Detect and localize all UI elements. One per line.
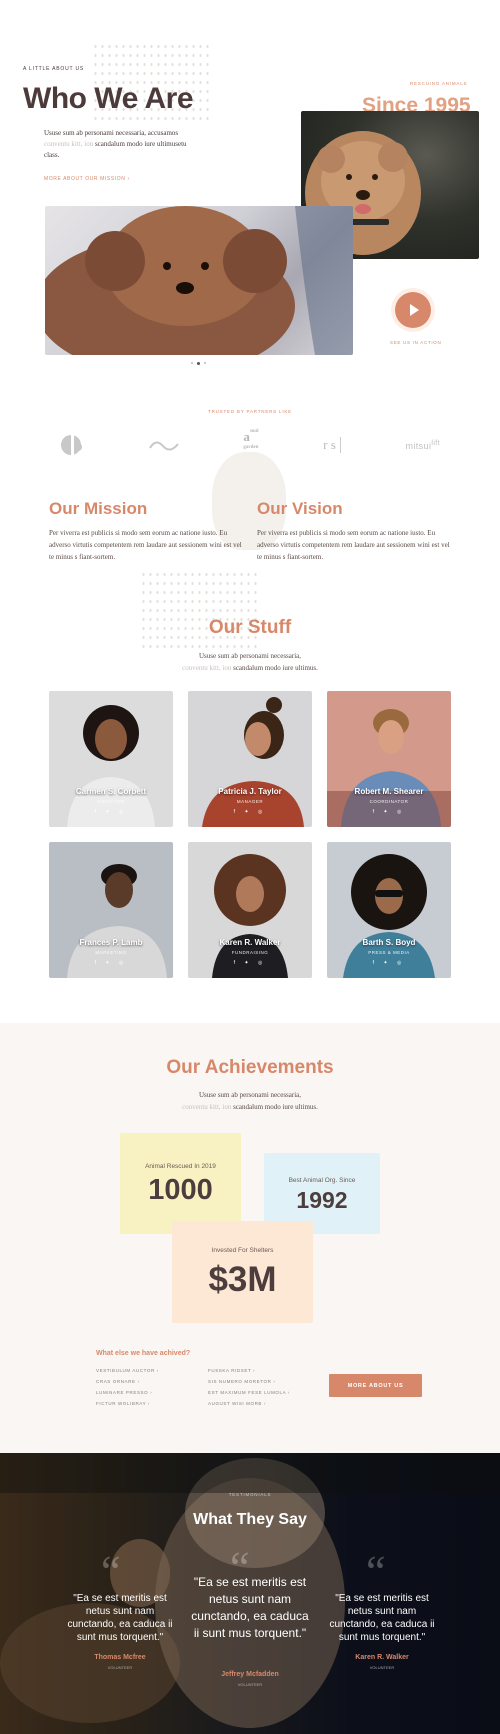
achievement-link[interactable]: CRAS ORNARE › [96,1379,159,1384]
partner-logo-mitsui: mitsuilift [405,439,440,451]
achievement-link[interactable]: EST MAXIMUM FESE LUMOLA › [208,1390,290,1395]
more-about-us-button[interactable]: MORE ABOUT US [329,1374,422,1397]
vision-text: Per viverra est publicis si modo sem eor… [257,529,450,561]
staff-role: COORDINATOR [369,799,409,804]
hero-text: Ususe sum ab personami necessaria, accus… [44,129,187,159]
staff-card[interactable]: Carmen S. Corbett DIRECTOR f ✦ ◎ [49,691,173,827]
achievements-title: Our Achievements [166,1057,334,1078]
vision-title: Our Vision [257,499,343,518]
staff-role: MARKETING [95,950,127,955]
social-icons[interactable]: f ✦ ◎ [49,809,173,815]
rescuing-label: RESCUING ANIMALS [410,81,468,86]
achievement-link[interactable]: VESTIBULUM AUCTOR › [96,1368,159,1373]
staff-card[interactable]: Frances P. Lamb MARKETING f ✦ ◎ [49,842,173,978]
staff-name: Barth S. Boyd [362,938,416,947]
dog-photo-main [45,206,353,355]
mission-title: Our Mission [49,499,148,518]
staff-card[interactable]: Barth S. Boyd PRESS & MEDIA f ✦ ◎ [327,842,451,978]
stat-label: Best Animal Org. Since [288,1177,356,1184]
social-icons[interactable]: f ✦ ◎ [327,960,451,966]
partner-logo-c [61,434,82,456]
testimonial-name: Karen R. Walker [355,1654,409,1661]
stat-label: Invested For Shelters [211,1247,274,1254]
stat-card-rescued: Animal Rescued In 2019 1000 [120,1133,241,1234]
staff-card[interactable]: Robert M. Shearer COORDINATOR f ✦ ◎ [327,691,451,827]
slider-dot[interactable] [191,362,193,364]
slider-dot-active[interactable] [197,361,200,365]
stat-value: 1000 [148,1174,213,1206]
social-icons[interactable]: f ✦ ◎ [327,809,451,815]
staff-card[interactable]: Karen R. Walker FUNDRAISING f ✦ ◎ [188,842,312,978]
staff-role: MANAGER [236,799,264,804]
partners-label: TRUSTED BY PARTNERS LIKE [208,409,292,414]
testimonial-role: VOLUNTEER [369,1665,395,1670]
achievement-link[interactable]: LUMINARE PRESSO › [96,1390,159,1395]
slider-dot[interactable] [204,362,206,364]
staff-name: Karen R. Walker [219,938,281,947]
testimonial-name: Jeffrey Mcfadden [221,1671,279,1678]
mission-text: Per viverra est publicis si modo sem eor… [49,529,242,561]
links-col1: VESTIBULUM AUCTOR › CRAS ORNARE › LUMINA… [96,1368,159,1406]
staff-role: DIRECTOR [97,799,125,804]
staff-title: Our Stuff [208,617,292,638]
testimonial-quote: "Ea se est meritis est netus sunt nam cu… [67,1593,173,1643]
social-icons[interactable]: f ✦ ◎ [49,960,173,966]
testimonials-kicker: TESTIMONIALS [228,1492,272,1497]
testimonial-name: Thomas Mcfree [94,1654,146,1661]
staff-name: Carmen S. Corbett [75,787,147,796]
see-us-in-action-label: SEE US IN ACTION [390,340,442,345]
more-about-mission-link[interactable]: MORE ABOUT OUR MISSION › [44,176,130,182]
partner-logo-rs: r s [323,437,341,453]
staff-role: PRESS & MEDIA [368,950,410,955]
stat-value: 1992 [296,1187,348,1213]
testimonial-role: VOLUNTEER [107,1665,133,1670]
social-icons[interactable]: f ✦ ◎ [188,960,312,966]
achievement-link[interactable]: FUSSKA RIDSET › [208,1368,290,1373]
staff-name: Patricia J. Taylor [218,787,282,796]
testimonials-title: What They Say [193,1511,307,1528]
hero-kicker: A LITTLE ABOUT US [23,66,85,72]
partner-logo-wave [148,441,179,451]
staff-subtitle: Ususe sum ab personami necessaria, conve… [182,652,318,672]
quote-mark-icon: “ [366,1547,386,1596]
stat-label: Animal Rescued In 2019 [145,1163,216,1170]
stat-value: $3M [208,1260,277,1299]
testimonial-quote: "Ea se est meritis est netus sunt nam cu… [191,1575,309,1640]
stat-card-invested: Invested For Shelters $3M [172,1221,313,1323]
staff-role: FUNDRAISING [231,950,269,955]
slider-dots [191,361,206,365]
staff-name: Frances P. Lamb [79,938,143,947]
testimonial-quote: "Ea se est meritis est netus sunt nam cu… [329,1593,435,1643]
achievement-link[interactable]: SIS NUMERO MORETOR › [208,1379,290,1384]
achievements-subtitle: Ususe sum ab personami necessaria, conve… [182,1091,318,1111]
what-else-title: What else we have achived? [96,1350,191,1357]
page-title: Who We Are [23,82,194,115]
social-icons[interactable]: f ✦ ◎ [188,809,312,815]
play-video-button[interactable] [391,288,435,332]
staff-card[interactable]: Patricia J. Taylor MANAGER f ✦ ◎ [188,691,312,827]
achievement-link[interactable]: FICTUR WOLIBRAY › [96,1401,159,1406]
staff-name: Robert M. Shearer [354,787,424,796]
achievement-link[interactable]: AUGUST WISI MORB › [208,1401,290,1406]
play-icon [410,304,419,316]
links-col2: FUSSKA RIDSET › SIS NUMERO MORETOR › EST… [208,1368,290,1406]
quote-mark-icon: “ [101,1547,121,1596]
testimonial-role: VOLUNTEER [237,1682,263,1687]
play-button-circle [395,292,431,328]
